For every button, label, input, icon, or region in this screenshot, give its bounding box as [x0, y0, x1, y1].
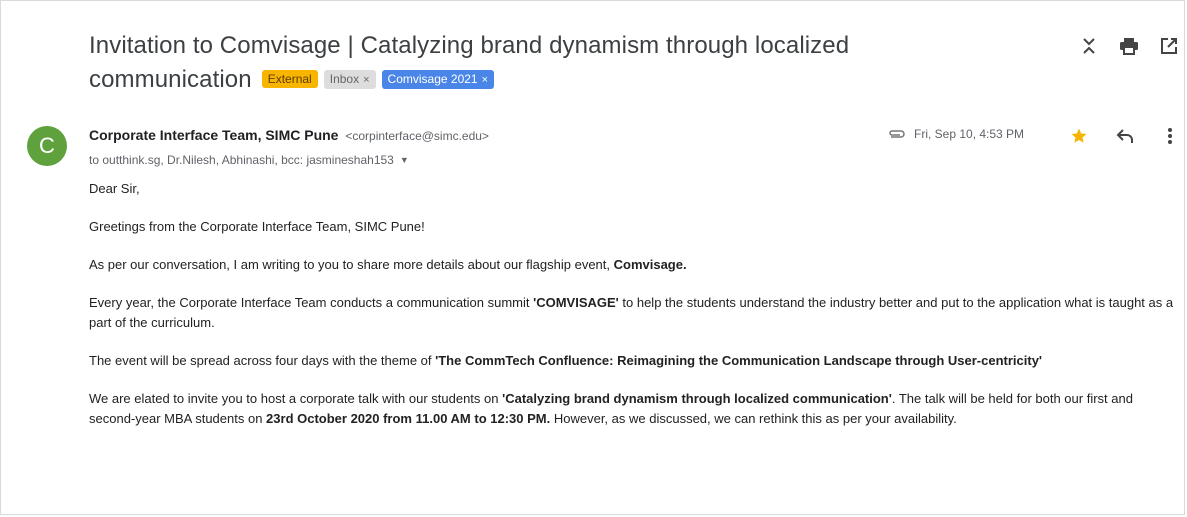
- p4-bold: 'The CommTech Confluence: Reimagining th…: [435, 353, 1043, 368]
- star-icon[interactable]: [1068, 125, 1090, 147]
- label-comvisage-text: Comvisage 2021: [387, 72, 478, 86]
- body-paragraph-5: We are elated to invite you to host a co…: [89, 389, 1174, 429]
- show-details-icon[interactable]: ▼: [400, 155, 409, 165]
- print-icon[interactable]: [1118, 35, 1140, 57]
- p5-text-post: However, as we discussed, we can rethink…: [550, 411, 957, 426]
- email-subject: Invitation to Comvisage | Catalyzing bra…: [89, 29, 1029, 97]
- label-external: External: [261, 70, 318, 88]
- sender-email: <corpinterface@simc.edu>: [345, 129, 489, 143]
- recipients-text: to outthink.sg, Dr.Nilesh, Abhinashi, bc…: [89, 153, 394, 167]
- p5-text-pre: We are elated to invite you to host a co…: [89, 391, 503, 406]
- body-paragraph-3: Every year, the Corporate Interface Team…: [89, 293, 1174, 333]
- p5-bold-topic: 'Catalyzing brand dynamism through local…: [502, 391, 892, 406]
- recipients-line: to outthink.sg, Dr.Nilesh, Abhinashi, bc…: [89, 153, 409, 167]
- email-view: Invitation to Comvisage | Catalyzing bra…: [0, 0, 1185, 515]
- p3-bold: 'COMVISAGE': [533, 295, 619, 310]
- body-paragraph-2: As per our conversation, I am writing to…: [89, 255, 1174, 275]
- body-paragraph-4: The event will be spread across four day…: [89, 351, 1174, 371]
- sender-line: Corporate Interface Team, SIMC Pune <cor…: [89, 127, 489, 143]
- p3-text-pre: Every year, the Corporate Interface Team…: [89, 295, 534, 310]
- more-options-icon[interactable]: [1159, 125, 1181, 147]
- label-comvisage-remove-icon[interactable]: ×: [482, 74, 488, 86]
- label-comvisage-2021[interactable]: Comvisage 2021 ×: [381, 70, 495, 89]
- subject-line-2: communication External Inbox × Comvisage 202…: [89, 63, 1029, 97]
- reply-icon[interactable]: [1114, 125, 1136, 147]
- subject-text-2: communication: [89, 66, 252, 93]
- body-paragraph-1: Greetings from the Corporate Interface T…: [89, 219, 425, 234]
- body-greeting: Dear Sir,: [89, 181, 140, 196]
- label-inbox-remove-icon[interactable]: ×: [363, 74, 369, 86]
- email-meta: Fri, Sep 10, 4:53 PM: [888, 127, 1024, 141]
- label-inbox-text: Inbox: [329, 72, 360, 86]
- p5-bold-date: 23rd October 2020 from 11.00 AM to 12:30…: [266, 411, 551, 426]
- subject-line-1: Invitation to Comvisage | Catalyzing bra…: [89, 32, 850, 59]
- label-inbox[interactable]: Inbox ×: [323, 70, 376, 89]
- sender-avatar[interactable]: C: [27, 126, 67, 166]
- email-date: Fri, Sep 10, 4:53 PM: [914, 127, 1025, 141]
- attachment-icon: [888, 129, 906, 139]
- p2-bold: Comvisage.: [613, 257, 687, 272]
- open-in-new-window-icon[interactable]: [1158, 35, 1180, 57]
- email-body: Dear Sir, Greetings from the Corporate I…: [89, 179, 1174, 447]
- collapse-all-icon[interactable]: [1078, 35, 1100, 57]
- p4-text: The event will be spread across four day…: [89, 353, 436, 368]
- p2-text: As per our conversation, I am writing to…: [89, 257, 614, 272]
- sender-name[interactable]: Corporate Interface Team, SIMC Pune: [89, 127, 338, 143]
